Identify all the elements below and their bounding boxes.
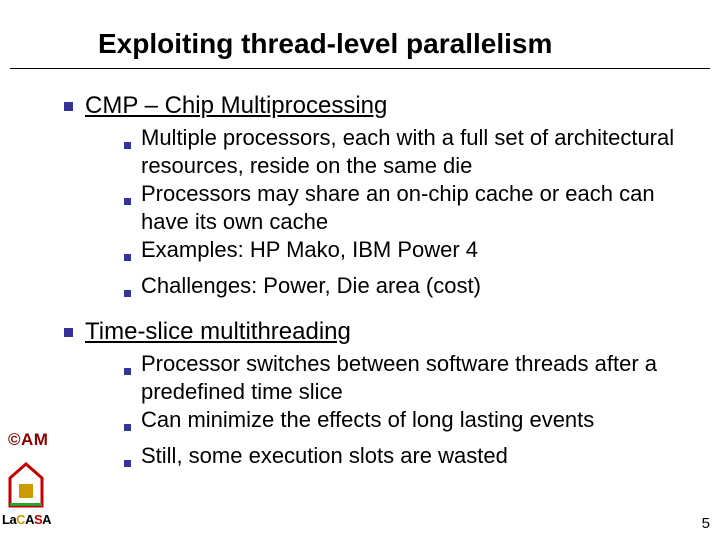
sub-point: Multiple processors, each with a full se… [124, 124, 704, 180]
sub-point: Challenges: Power, Die area (cost) [124, 272, 704, 308]
lacasa-s: S [34, 512, 42, 527]
slide-title: Exploiting thread-level parallelism [98, 28, 552, 60]
bullet-small-square-icon [124, 460, 131, 467]
sub-point: Processor switches between software thre… [124, 350, 704, 406]
sub-point-text: Examples: HP Mako, IBM Power 4 [141, 236, 704, 264]
bullet-small-square-icon [124, 424, 131, 431]
sub-point: Can minimize the effects of long lasting… [124, 406, 704, 442]
lacasa-label: LaCASA [2, 512, 51, 527]
lacasa-c: C [16, 512, 25, 527]
topic-heading: Time-slice multithreading [85, 318, 351, 345]
sub-point: Processors may share an on-chip cache or… [124, 180, 704, 236]
topic-sublist: Multiple processors, each with a full se… [124, 124, 704, 308]
title-divider [10, 68, 710, 69]
bullet-small-square-icon [124, 290, 131, 297]
sub-point-text: Processor switches between software thre… [141, 350, 704, 406]
sub-point-text: Challenges: Power, Die area (cost) [141, 272, 704, 300]
slide-content: CMP – Chip Multiprocessing Multiple proc… [64, 92, 704, 488]
sub-point-text: Still, some execution slots are wasted [141, 442, 704, 470]
bullet-small-square-icon [124, 142, 131, 149]
lacasa-a: A [25, 512, 34, 527]
bullet-square-icon [64, 328, 73, 337]
bullet-square-icon [64, 102, 73, 111]
topic-sublist: Processor switches between software thre… [124, 350, 704, 478]
bullet-small-square-icon [124, 254, 131, 261]
sub-point-text: Multiple processors, each with a full se… [141, 124, 704, 180]
sub-point-text: Processors may share an on-chip cache or… [141, 180, 704, 236]
lacasa-a2: A [42, 512, 51, 527]
sub-point-text: Can minimize the effects of long lasting… [141, 406, 704, 434]
lacasa-la: La [2, 512, 16, 527]
sub-point: Examples: HP Mako, IBM Power 4 [124, 236, 704, 272]
bullet-small-square-icon [124, 368, 131, 375]
sub-point: Still, some execution slots are wasted [124, 442, 704, 478]
lacasa-logo-icon [6, 462, 46, 510]
page-number: 5 [702, 515, 710, 532]
copyright-am: ©AM [8, 430, 48, 450]
bullet-small-square-icon [124, 198, 131, 205]
topic-heading: CMP – Chip Multiprocessing [85, 92, 387, 119]
topic-row: Time-slice multithreading [64, 318, 704, 346]
topic-row: CMP – Chip Multiprocessing [64, 92, 704, 120]
